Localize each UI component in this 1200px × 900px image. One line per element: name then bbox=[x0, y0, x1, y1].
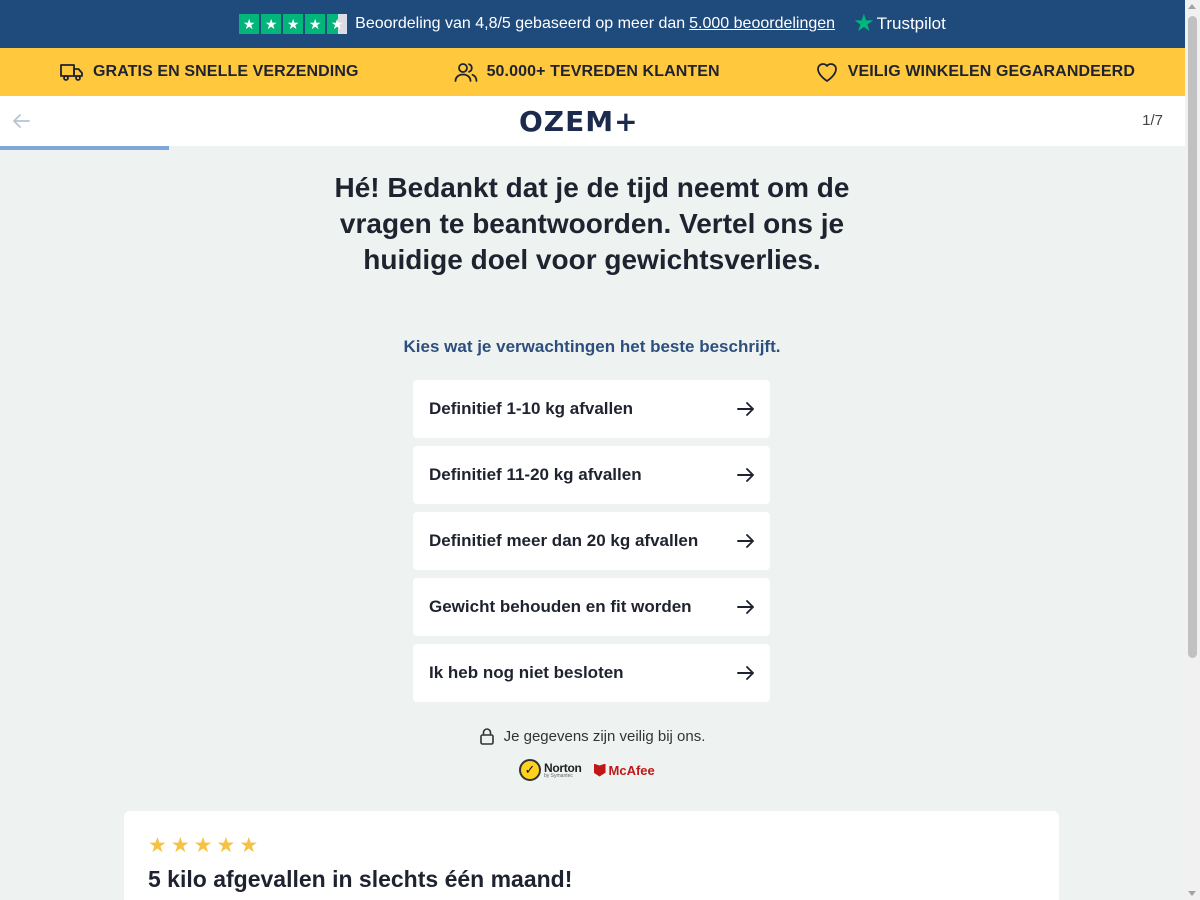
trustpilot-bar: ★ ★ ★ ★ ★ Beoordeling van 4,8/5 gebaseer… bbox=[0, 0, 1185, 48]
norton-name: Norton bbox=[544, 760, 582, 775]
step-counter: 1/7 bbox=[1142, 112, 1163, 129]
arrow-right-icon bbox=[737, 534, 754, 548]
option-label: Definitief meer dan 20 kg afvallen bbox=[429, 531, 699, 550]
usp-customers: 50.000+ TEVREDEN KLANTEN bbox=[454, 62, 720, 82]
quiz-header: OZEM+ 1/7 bbox=[0, 96, 1185, 146]
progress-bar bbox=[0, 146, 1185, 150]
scroll-thumb[interactable] bbox=[1188, 16, 1197, 658]
ozem-logo[interactable]: OZEM+ bbox=[519, 105, 639, 138]
security-text: Je gegevens zijn veilig bij ons. bbox=[503, 727, 706, 745]
option-1-10-kg[interactable]: Definitief 1-10 kg afvallen bbox=[413, 380, 770, 438]
users-icon bbox=[454, 63, 477, 82]
review-title: 5 kilo afgevallen in slechts één maand! bbox=[148, 866, 573, 892]
trustpilot-half-star-icon: ★ bbox=[327, 14, 348, 34]
norton-check-icon: ✓ bbox=[519, 759, 541, 781]
trustpilot-star-icon: ★ bbox=[261, 14, 282, 34]
arrow-right-icon bbox=[737, 402, 754, 416]
mcafee-logo: McAfee bbox=[593, 762, 655, 778]
scroll-down-arrow-icon[interactable] bbox=[1188, 891, 1196, 896]
option-label: Definitief 1-10 kg afvallen bbox=[429, 399, 634, 418]
lock-icon bbox=[479, 728, 494, 745]
arrow-right-icon bbox=[737, 666, 754, 680]
option-undecided[interactable]: Ik heb nog niet besloten bbox=[413, 644, 770, 702]
usp-bar: GRATIS EN SNELLE VERZENDING 50.000+ TEVR… bbox=[0, 48, 1185, 96]
usp-shipping: GRATIS EN SNELLE VERZENDING bbox=[60, 62, 359, 82]
review-star-icon: ★ bbox=[216, 834, 236, 857]
quiz-headline: Hé! Bedankt dat je de tijd neemt om de v… bbox=[334, 172, 850, 275]
usp-safe-shopping: VEILIG WINKELEN GEGARANDEERD bbox=[815, 61, 1135, 83]
review-star-icon: ★ bbox=[193, 834, 213, 857]
usp-shipping-label: GRATIS EN SNELLE VERZENDING bbox=[93, 63, 359, 80]
scroll-up-arrow-icon[interactable] bbox=[1188, 4, 1196, 9]
trustpilot-star-icon: ★ bbox=[283, 14, 304, 34]
usp-customers-label: 50.000+ TEVREDEN KLANTEN bbox=[486, 63, 720, 80]
arrow-right-icon bbox=[737, 468, 754, 482]
page-scrollbar[interactable] bbox=[1185, 0, 1200, 900]
trustpilot-star-icon: ★ bbox=[239, 14, 260, 34]
arrow-left-icon bbox=[13, 114, 30, 128]
trustpilot-logo: ★ Trustpilot bbox=[853, 12, 946, 36]
review-card: ★ ★ ★ ★ ★ 5 kilo afgevallen in slechts é… bbox=[124, 811, 1059, 900]
review-star-icon: ★ bbox=[170, 834, 190, 857]
norton-sub: by Symantec bbox=[544, 772, 573, 779]
arrow-right-icon bbox=[737, 600, 754, 614]
review-star-icon: ★ bbox=[148, 834, 167, 857]
quiz-page: ★ ★ ★ ★ ★ Beoordeling van 4,8/5 gebaseer… bbox=[0, 0, 1200, 900]
rating-text: Beoordeling van 4,8/5 gebaseerd op meer … bbox=[355, 15, 686, 32]
mcafee-name: McAfee bbox=[608, 762, 655, 778]
back-button[interactable] bbox=[8, 109, 34, 133]
reviews-link[interactable]: 5.000 beoordelingen bbox=[689, 15, 835, 33]
trustpilot-stars: ★ ★ ★ ★ ★ bbox=[239, 14, 348, 34]
review-star-icon: ★ bbox=[239, 834, 259, 857]
norton-logo: ✓ Norton by Symantec bbox=[519, 759, 582, 781]
option-more-than-20-kg[interactable]: Definitief meer dan 20 kg afvallen bbox=[413, 512, 770, 570]
security-logos: ✓ Norton by Symantec McAfee bbox=[519, 759, 655, 781]
trustpilot-star-icon: ★ bbox=[305, 14, 326, 34]
quiz-subline: Kies wat je verwachtingen het beste besc… bbox=[403, 337, 781, 356]
option-label: Definitief 11-20 kg afvallen bbox=[429, 465, 642, 484]
security-note: Je gegevens zijn veilig bij ons. bbox=[300, 727, 884, 745]
trustpilot-logo-star-icon: ★ bbox=[853, 10, 875, 37]
option-label: Ik heb nog niet besloten bbox=[429, 663, 624, 682]
option-label: Gewicht behouden en fit worden bbox=[429, 597, 692, 616]
review-stars: ★ ★ ★ ★ ★ bbox=[148, 835, 1035, 856]
heart-icon bbox=[816, 63, 837, 82]
mcafee-shield-icon bbox=[593, 763, 606, 777]
usp-safe-shopping-label: VEILIG WINKELEN GEGARANDEERD bbox=[847, 63, 1135, 80]
progress-fill bbox=[0, 146, 170, 150]
option-maintain-weight[interactable]: Gewicht behouden en fit worden bbox=[413, 578, 770, 636]
option-11-20-kg[interactable]: Definitief 11-20 kg afvallen bbox=[413, 446, 770, 504]
truck-icon bbox=[60, 64, 83, 81]
trustpilot-brand-name: Trustpilot bbox=[876, 14, 946, 33]
answer-options: Definitief 1-10 kg afvallen Definitief 1… bbox=[413, 380, 770, 702]
